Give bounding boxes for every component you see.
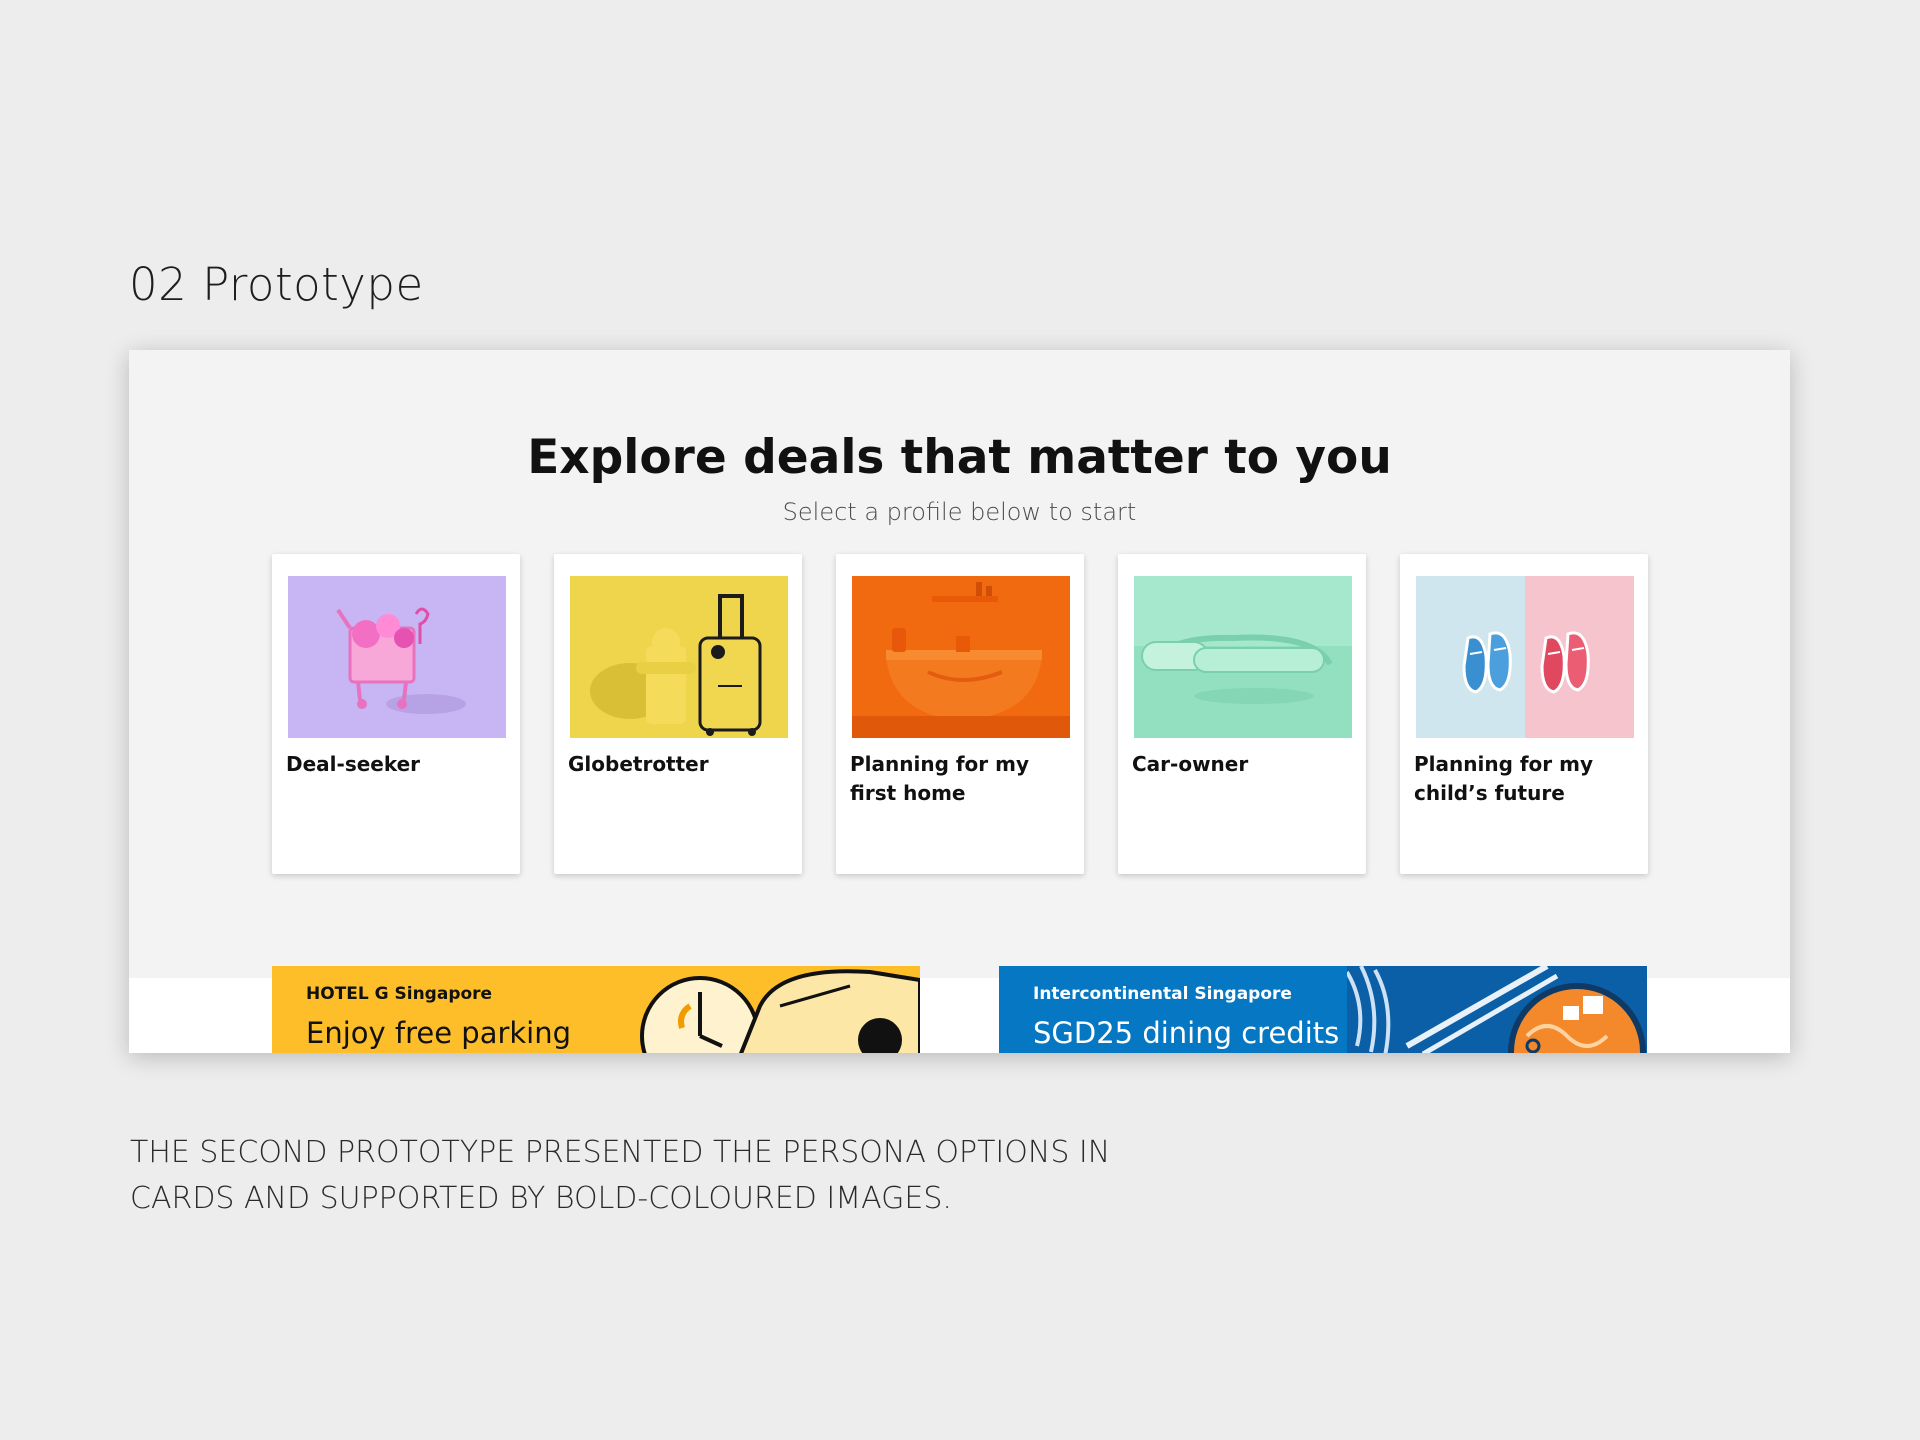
baby-shoes-image <box>1416 576 1634 738</box>
prototype-frame: Explore deals that matter to you Select … <box>129 350 1790 1053</box>
caption-line-1: THE SECOND PROTOTYPE PRESENTED THE PERSO… <box>130 1135 1111 1170</box>
luggage-image <box>570 576 788 738</box>
card-label: Deal-seeker <box>286 752 421 776</box>
hero-title: Explore deals that matter to you <box>527 430 1392 485</box>
card-label: Car-owner <box>1132 752 1249 776</box>
shopping-cart-image <box>288 576 506 738</box>
persona-card-globetrotter[interactable]: Globetrotter <box>554 554 802 874</box>
car-door-handle-image <box>1134 576 1352 738</box>
banner-offer: SGD25 dining credits <box>1033 1016 1340 1050</box>
banner-offer: Enjoy free parking <box>306 1016 572 1050</box>
offer-banner-hotel-g[interactable]: HOTEL G Singapore Enjoy free parking <box>272 966 920 1053</box>
offer-banner-intercontinental[interactable]: Intercontinental Singapore SGD25 dining … <box>999 966 1647 1053</box>
card-label: Planning for my first home <box>850 752 1030 805</box>
sink-image <box>852 576 1070 738</box>
card-label: Planning for my child’s future <box>1414 752 1594 805</box>
card-label: Globetrotter <box>568 752 709 776</box>
persona-card-car-owner[interactable]: Car-owner <box>1118 554 1366 874</box>
persona-card-first-home[interactable]: Planning for my first home <box>836 554 1084 874</box>
hero-subtitle: Select a profile below to start <box>782 498 1137 526</box>
caption: THE SECOND PROTOTYPE PRESENTED THE PERSO… <box>130 1130 1230 1222</box>
persona-card-deal-seeker[interactable]: Deal-seeker <box>272 554 520 874</box>
banner-brand: HOTEL G Singapore <box>306 984 493 1004</box>
persona-card-child-future[interactable]: Planning for my child’s future <box>1400 554 1648 874</box>
caption-line-2: CARDS AND SUPPORTED BY BOLD-COLOURED IMA… <box>130 1181 952 1216</box>
noodle-bowl-illustration <box>1347 966 1647 1053</box>
section-title: 02 Prototype <box>129 258 424 311</box>
parking-clock-illustration <box>640 969 920 1053</box>
banner-brand: Intercontinental Singapore <box>1033 984 1292 1004</box>
